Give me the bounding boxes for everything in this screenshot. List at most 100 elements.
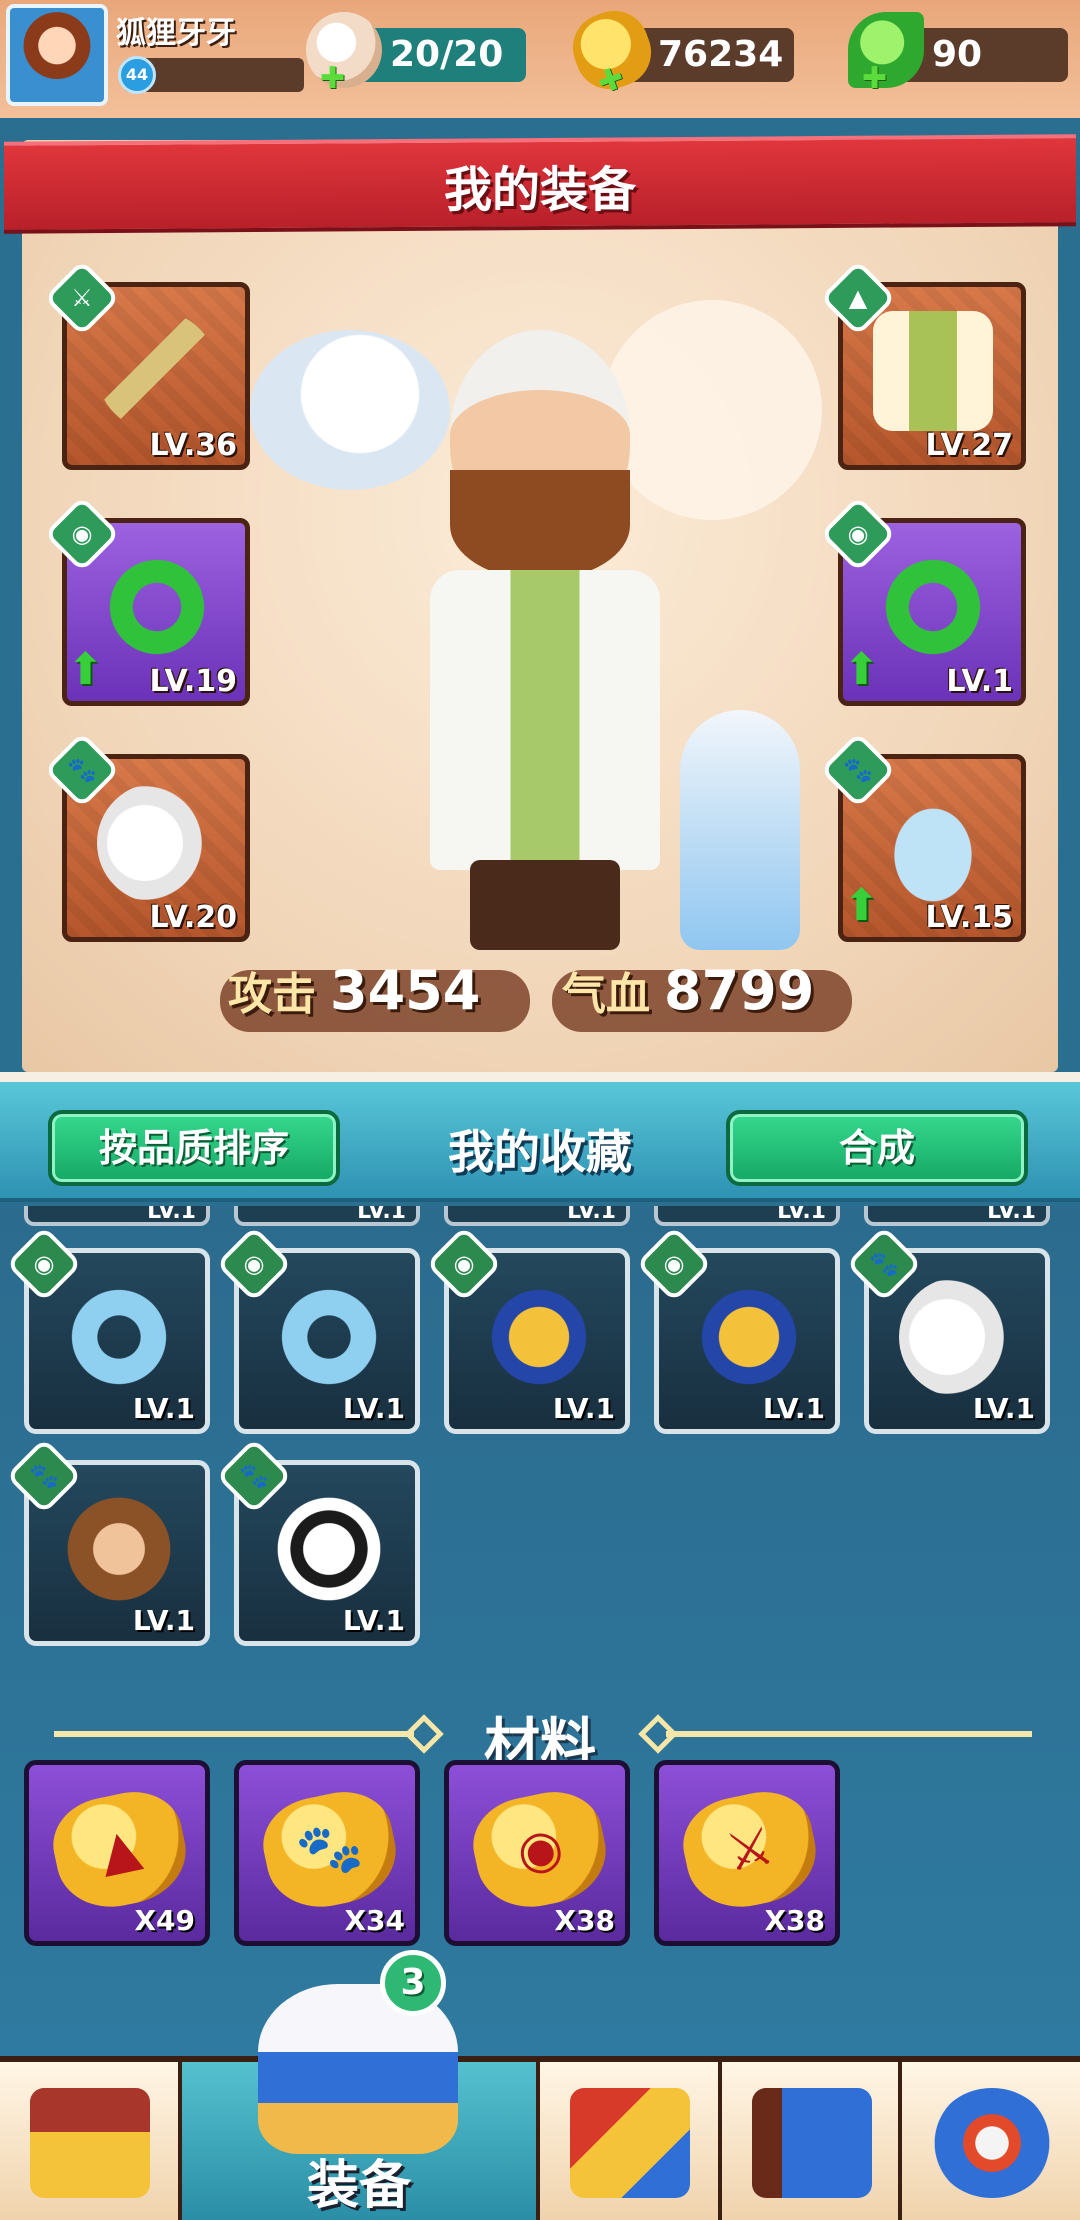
gold-counter[interactable]: ✚ 76234 <box>563 1 794 101</box>
monkey-pet-item <box>59 1489 179 1609</box>
upgrade-arrow-icon: ⬆ <box>843 644 880 695</box>
accessory-slot-right[interactable]: ◉ ⬆ LV.1 <box>819 495 1026 706</box>
accessory-slot-left[interactable]: ◉ ⬆ LV.19 <box>43 495 250 706</box>
slot-level: LV.20 <box>149 900 237 935</box>
add-icon: ✚ <box>862 61 888 96</box>
slot-level: LV.1 <box>946 664 1013 699</box>
peek-level: LV.1 <box>777 1206 826 1224</box>
card-level: LV.1 <box>342 1392 405 1425</box>
armor-stone-icon: ▲ <box>44 1782 196 1918</box>
character-robe <box>430 570 660 870</box>
add-icon: ✚ <box>593 59 629 102</box>
peek-card[interactable]: LV.1 <box>24 1206 210 1226</box>
card-level: LV.1 <box>342 1604 405 1637</box>
hp-value: 8799 <box>664 959 815 1022</box>
peek-level: LV.1 <box>567 1206 616 1224</box>
ferret-pet-item <box>873 783 993 903</box>
character-legs <box>470 860 620 950</box>
card-level: LV.1 <box>972 1392 1035 1425</box>
blue-jade-pendant-item <box>59 1277 179 1397</box>
material-pendant-stone[interactable]: ◉ X38 <box>444 1760 630 1946</box>
peek-card[interactable]: LV.1 <box>654 1206 840 1226</box>
pet-slot-right[interactable]: 🐾 ⬆ LV.15 <box>819 731 1026 942</box>
character-beard <box>450 470 630 580</box>
book-icon <box>752 2088 872 2198</box>
gold-ingot-icon: ✚ <box>563 1 661 101</box>
top-status-bar: 狐狸牙牙 44 ✚ 20/20 ✚ 76234 ✚ 90 <box>0 0 1080 118</box>
notification-badge: 3 <box>380 1950 446 2016</box>
shop-icon <box>30 2088 150 2198</box>
blue-jade-pendant-item <box>269 1277 389 1397</box>
material-weapon-stone[interactable]: ⚔ X38 <box>654 1760 840 1946</box>
material-qty: X38 <box>764 1904 825 1937</box>
collection-card-gold-gourd-pendant[interactable]: ◉ LV.1 <box>635 1225 840 1434</box>
material-qty: X34 <box>344 1904 405 1937</box>
collection-card-blue-jade-pendant[interactable]: ◉ LV.1 <box>5 1225 210 1434</box>
nav-settings[interactable] <box>902 2062 1080 2220</box>
card-level: LV.1 <box>552 1392 615 1425</box>
peek-level: LV.1 <box>987 1206 1036 1224</box>
material-qty: X49 <box>134 1904 195 1937</box>
sword-stone-icon: ⚔ <box>674 1782 826 1918</box>
panda-pet-item <box>269 1489 389 1609</box>
player-level-badge: 44 <box>118 56 156 94</box>
collection-card-blue-jade-pendant[interactable]: ◉ LV.1 <box>215 1225 420 1434</box>
add-icon: ✚ <box>320 61 346 96</box>
equipment-title: 我的装备 <box>443 162 636 218</box>
gold-gourd-pendant-item <box>479 1277 599 1397</box>
nav-shop[interactable] <box>0 2062 182 2220</box>
collection-card-white-squirrel[interactable]: 🐾 LV.1 <box>845 1225 1050 1434</box>
pet-slot-left[interactable]: 🐾 LV.20 <box>43 731 250 942</box>
robe-item <box>873 311 993 431</box>
nav-skills[interactable] <box>540 2062 722 2220</box>
collection-card-monkey[interactable]: 🐾 LV.1 <box>5 1437 210 1646</box>
pendant-stone-icon: ◉ <box>464 1782 616 1918</box>
curved-sword-item <box>97 311 217 431</box>
paw-stone-icon: 🐾 <box>254 1782 406 1918</box>
collection-card-panda[interactable]: 🐾 LV.1 <box>215 1437 420 1646</box>
combine-button[interactable]: 合成 <box>726 1110 1028 1186</box>
white-squirrel-pet-item <box>899 1277 1019 1397</box>
gold-value: 76234 <box>658 34 784 75</box>
attack-stat: 攻击 3454 <box>228 958 480 1034</box>
settings-icon <box>932 2088 1052 2198</box>
hp-label: 气血 <box>562 969 650 1020</box>
skills-icon <box>570 2088 690 2198</box>
collection-card-gold-gourd-pendant[interactable]: ◉ LV.1 <box>425 1225 630 1434</box>
nav-equipment-label: 装备 <box>306 2156 411 2216</box>
green-leaf-gem-icon: ✚ <box>848 12 924 96</box>
card-level: LV.1 <box>762 1392 825 1425</box>
slot-level: LV.15 <box>925 900 1013 935</box>
stamina-value: 20/20 <box>390 34 504 75</box>
jade-counter[interactable]: ✚ 90 <box>848 12 1068 96</box>
player-character[interactable] <box>410 330 690 950</box>
armor-slot[interactable]: ▲ LV.27 <box>819 259 1026 470</box>
slot-level: LV.36 <box>149 428 237 463</box>
material-armor-stone[interactable]: ▲ X49 <box>24 1760 210 1946</box>
slot-level: LV.19 <box>149 664 237 699</box>
upgrade-arrow-icon: ⬆ <box>67 644 104 695</box>
jade-value: 90 <box>932 34 983 75</box>
peek-level: LV.1 <box>147 1206 196 1224</box>
player-avatar[interactable] <box>6 4 108 106</box>
hp-stat: 气血 8799 <box>562 958 814 1034</box>
material-pet-stone[interactable]: 🐾 X34 <box>234 1760 420 1946</box>
nav-book[interactable] <box>722 2062 902 2220</box>
gold-gourd-pendant-item <box>689 1277 809 1397</box>
ferret-companion <box>680 710 800 950</box>
weapon-slot[interactable]: ⚔ LV.36 <box>43 259 250 470</box>
card-level: LV.1 <box>132 1392 195 1425</box>
peek-card[interactable]: LV.1 <box>444 1206 630 1226</box>
player-name: 狐狸牙牙 <box>116 16 236 51</box>
peek-card[interactable]: LV.1 <box>864 1206 1050 1226</box>
bun-icon: ✚ <box>306 12 382 96</box>
attack-value: 3454 <box>330 959 481 1022</box>
white-squirrel-pet-item <box>97 783 217 903</box>
card-level: LV.1 <box>132 1604 195 1637</box>
peek-card[interactable]: LV.1 <box>234 1206 420 1226</box>
peek-level: LV.1 <box>357 1206 406 1224</box>
stamina-counter[interactable]: ✚ 20/20 <box>306 12 526 96</box>
panel-divider <box>0 1072 1080 1082</box>
green-jade-pendant-item <box>97 547 217 667</box>
green-jade-pendant-item <box>873 547 993 667</box>
